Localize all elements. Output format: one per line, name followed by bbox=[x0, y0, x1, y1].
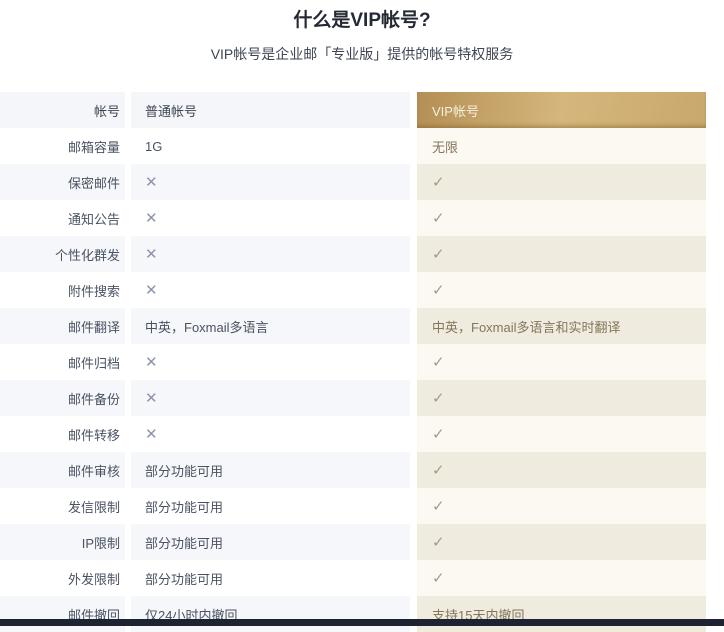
table-row: 附件搜索 ✕ ✓ bbox=[0, 272, 724, 308]
cross-icon: ✕ bbox=[131, 200, 410, 236]
vip-value: 无限 bbox=[417, 128, 706, 164]
table-row: 邮件撤回 仅24小时内撤回 支持15天内撤回 bbox=[0, 596, 724, 632]
table-row: 邮件归档 ✕ ✓ bbox=[0, 344, 724, 380]
check-icon: ✓ bbox=[417, 344, 706, 380]
check-icon: ✓ bbox=[417, 452, 706, 488]
check-icon: ✓ bbox=[417, 416, 706, 452]
cross-icon: ✕ bbox=[131, 164, 410, 200]
feature-label: 外发限制 bbox=[0, 560, 125, 596]
feature-label: 邮件转移 bbox=[0, 416, 125, 452]
page-title: 什么是VIP帐号? bbox=[0, 9, 724, 32]
check-icon: ✓ bbox=[417, 524, 706, 560]
check-icon: ✓ bbox=[417, 236, 706, 272]
cross-icon: ✕ bbox=[131, 344, 410, 380]
check-icon: ✓ bbox=[417, 164, 706, 200]
normal-value: 1G bbox=[131, 128, 410, 164]
feature-label: 保密邮件 bbox=[0, 164, 125, 200]
feature-label: 附件搜索 bbox=[0, 272, 125, 308]
normal-value: 部分功能可用 bbox=[131, 452, 410, 488]
feature-label: 邮件审核 bbox=[0, 452, 125, 488]
normal-value: 仅24小时内撤回 bbox=[131, 596, 410, 632]
feature-label: 邮箱容量 bbox=[0, 128, 125, 164]
check-icon: ✓ bbox=[417, 272, 706, 308]
table-row: 通知公告 ✕ ✓ bbox=[0, 200, 724, 236]
feature-label: 邮件翻译 bbox=[0, 308, 125, 344]
check-icon: ✓ bbox=[417, 488, 706, 524]
table-row: 邮件翻译 中英，Foxmail多语言 中英，Foxmail多语言和实时翻译 bbox=[0, 308, 724, 344]
feature-label: 邮件归档 bbox=[0, 344, 125, 380]
check-icon: ✓ bbox=[417, 560, 706, 596]
normal-value: 中英，Foxmail多语言 bbox=[131, 308, 410, 344]
table-row: 个性化群发 ✕ ✓ bbox=[0, 236, 724, 272]
table-row: IP限制 部分功能可用 ✓ bbox=[0, 524, 724, 560]
feature-label: 邮件备份 bbox=[0, 380, 125, 416]
table-row: 发信限制 部分功能可用 ✓ bbox=[0, 488, 724, 524]
header-feature: 帐号 bbox=[0, 92, 125, 128]
feature-label: 发信限制 bbox=[0, 488, 125, 524]
feature-label: 个性化群发 bbox=[0, 236, 125, 272]
table-row: 外发限制 部分功能可用 ✓ bbox=[0, 560, 724, 596]
cross-icon: ✕ bbox=[131, 236, 410, 272]
cross-icon: ✕ bbox=[131, 380, 410, 416]
feature-label: 通知公告 bbox=[0, 200, 125, 236]
vip-value: 支持15天内撤回 bbox=[417, 596, 706, 632]
cross-icon: ✕ bbox=[131, 272, 410, 308]
table-body: 邮箱容量 1G 无限 保密邮件 ✕ ✓ 通知公告 ✕ ✓ 个性化群发 ✕ ✓ 附… bbox=[0, 128, 724, 632]
page-header: 什么是VIP帐号? VIP帐号是企业邮「专业版」提供的帐号特权服务 bbox=[0, 0, 724, 63]
table-row: 邮件转移 ✕ ✓ bbox=[0, 416, 724, 452]
table-row: 保密邮件 ✕ ✓ bbox=[0, 164, 724, 200]
normal-value: 部分功能可用 bbox=[131, 488, 410, 524]
cross-icon: ✕ bbox=[131, 416, 410, 452]
table-header-row: 帐号 普通帐号 VIP帐号 bbox=[0, 92, 724, 128]
table-row: 邮件备份 ✕ ✓ bbox=[0, 380, 724, 416]
header-vip-account: VIP帐号 bbox=[417, 92, 706, 128]
vip-comparison-table: 帐号 普通帐号 VIP帐号 邮箱容量 1G 无限 保密邮件 ✕ ✓ 通知公告 ✕… bbox=[0, 92, 724, 632]
vip-value: 中英，Foxmail多语言和实时翻译 bbox=[417, 308, 706, 344]
check-icon: ✓ bbox=[417, 380, 706, 416]
table-row: 邮件审核 部分功能可用 ✓ bbox=[0, 452, 724, 488]
feature-label: IP限制 bbox=[0, 524, 125, 560]
feature-label: 邮件撤回 bbox=[0, 596, 125, 632]
check-icon: ✓ bbox=[417, 200, 706, 236]
normal-value: 部分功能可用 bbox=[131, 560, 410, 596]
header-normal-account: 普通帐号 bbox=[131, 92, 410, 128]
next-section-edge bbox=[0, 619, 724, 626]
table-row: 邮箱容量 1G 无限 bbox=[0, 128, 724, 164]
normal-value: 部分功能可用 bbox=[131, 524, 410, 560]
page-subtitle: VIP帐号是企业邮「专业版」提供的帐号特权服务 bbox=[0, 45, 724, 63]
